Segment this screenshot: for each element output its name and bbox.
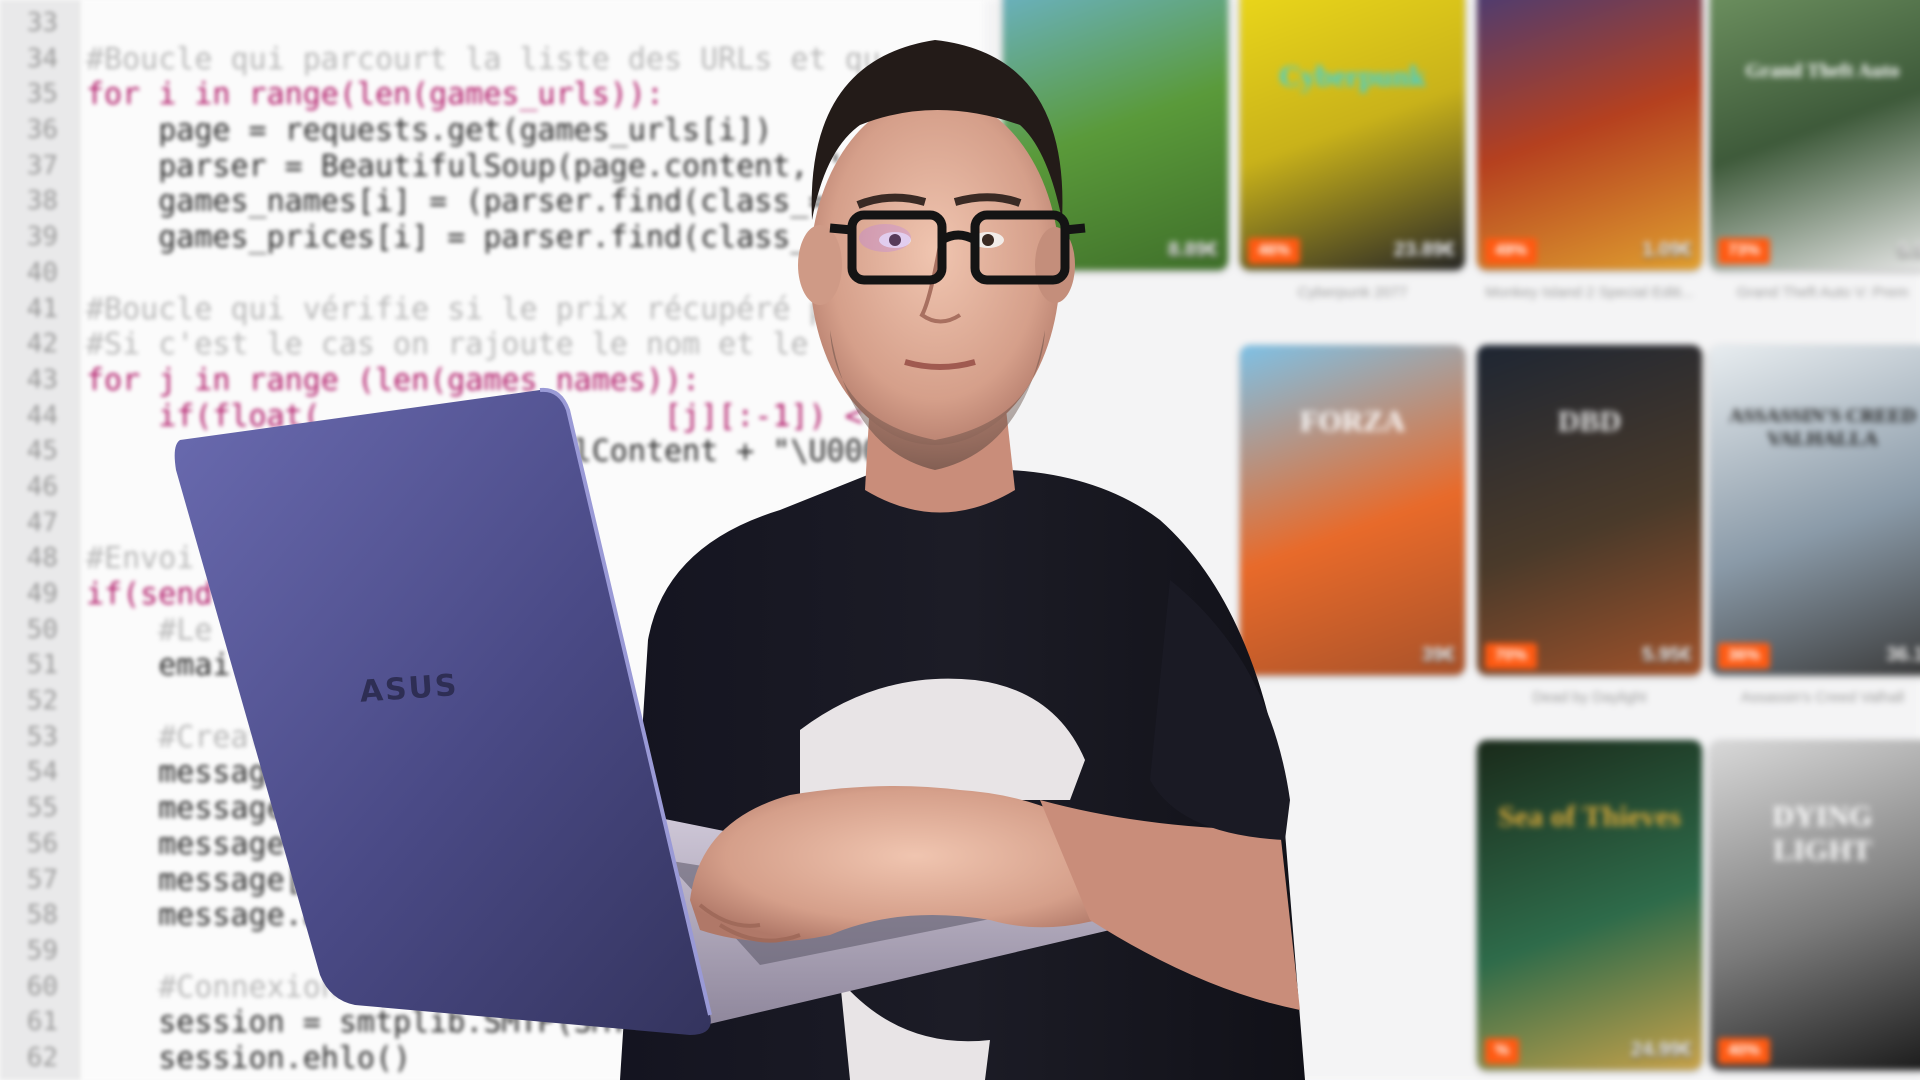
head — [798, 40, 1075, 470]
laptop-brand-logo: ASUS — [359, 668, 460, 710]
photo-stage: 33 34 #Boucle qui parcourt la liste des UR… — [0, 0, 1920, 1080]
person-with-laptop: ASUS — [174, 40, 1305, 1080]
